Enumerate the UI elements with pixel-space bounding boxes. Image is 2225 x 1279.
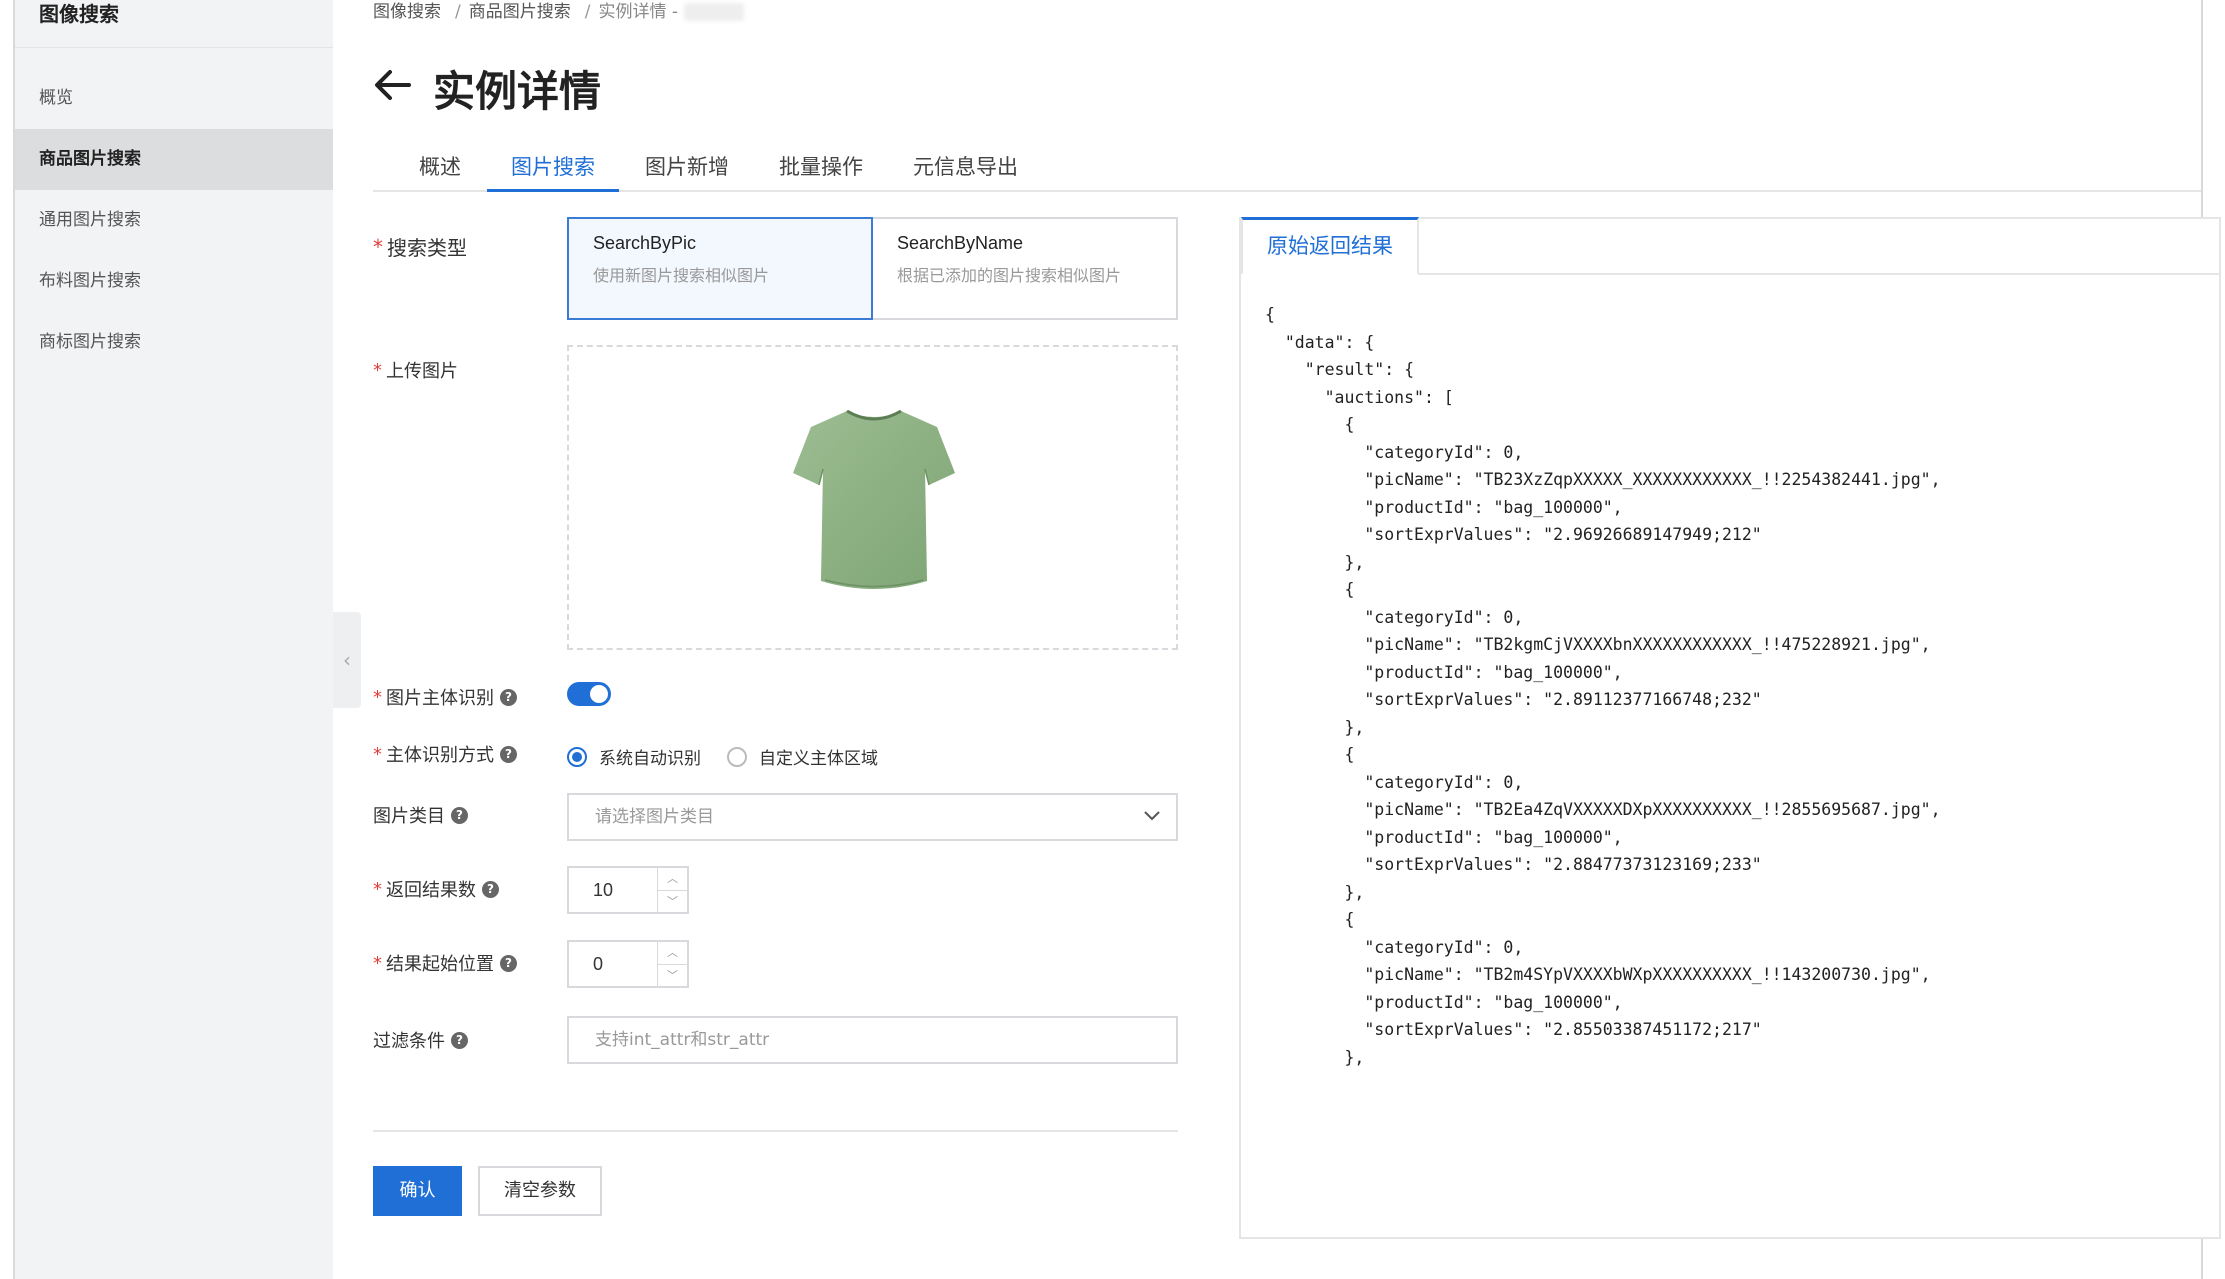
start-position-stepper[interactable]: 0 ︿ ﹀ (567, 940, 689, 988)
toggle-knob (590, 685, 608, 703)
breadcrumb-item-product-search[interactable]: 商品图片搜索 (469, 2, 571, 22)
stepper-arrows: ︿ ﹀ (657, 868, 687, 912)
question-circle-icon[interactable]: ? (451, 806, 468, 824)
sidebar-item-fabric-image-search[interactable]: 布料图片搜索 (15, 251, 333, 312)
category-select[interactable]: 请选择图片类目 (567, 793, 1178, 841)
sidebar-item-overview[interactable]: 概览 (15, 68, 333, 129)
option-description: 根据已添加的图片搜索相似图片 (897, 266, 1122, 285)
category-label: 图片类目? (373, 802, 468, 828)
uploaded-tshirt-image (793, 409, 955, 589)
redacted-instance-id (684, 3, 745, 21)
stepper-arrows: ︿ ﹀ (657, 942, 687, 986)
sidebar-title: 图像搜索 (15, 0, 333, 48)
category-select-placeholder: 请选择图片类目 (595, 807, 714, 827)
confirm-button[interactable]: 确认 (373, 1166, 462, 1216)
sidebar-item-product-image-search[interactable]: 商品图片搜索 (15, 129, 333, 190)
breadcrumb-separator: / (455, 2, 461, 22)
sidebar-item-general-image-search[interactable]: 通用图片搜索 (15, 190, 333, 251)
stepper-down-icon[interactable]: ﹀ (658, 965, 687, 987)
raw-result-json: { "data": { "result": { "auctions": [ { … (1265, 305, 1941, 1067)
subject-detect-label: * 图片主体识别? (373, 684, 517, 710)
upload-label: * 上传图片 (373, 359, 458, 383)
detect-mode-label: * 主体识别方式? (373, 741, 517, 767)
search-type-option-by-name[interactable]: SearchByName 根据已添加的图片搜索相似图片 (871, 217, 1178, 320)
question-circle-icon[interactable]: ? (500, 745, 517, 763)
option-title: SearchByName (897, 233, 1024, 253)
detect-mode-radio-group: 系统自动识别 自定义主体区域 (567, 744, 904, 769)
tab-image-search[interactable]: 图片搜索 (487, 144, 619, 192)
stepper-down-icon[interactable]: ﹀ (658, 891, 687, 913)
tab-image-add[interactable]: 图片新增 (621, 144, 753, 192)
result-panel-header: 原始返回结果 (1241, 217, 2219, 275)
radio-dot (567, 746, 587, 767)
chevron-down-icon (1142, 795, 1162, 854)
tab-overview[interactable]: 概述 (395, 144, 485, 192)
tab-bar: 概述 图片搜索 图片新增 批量操作 元信息导出 (373, 144, 2201, 192)
filter-label: 过滤条件? (373, 1027, 468, 1053)
app-window: 图像搜索 概览 商品图片搜索 通用图片搜索 布料图片搜索 商标图片搜索 ‹ 图像… (13, 0, 2221, 1279)
option-title: SearchByPic (593, 233, 697, 253)
stepper-up-icon[interactable]: ︿ (658, 868, 687, 891)
filter-input-placeholder: 支持int_attr和str_attr (595, 1030, 770, 1050)
result-count-value[interactable]: 10 (569, 868, 657, 912)
breadcrumb-separator: / (584, 2, 591, 22)
option-description: 使用新图片搜索相似图片 (593, 266, 770, 285)
start-position-label: * 结果起始位置? (373, 950, 517, 976)
search-type-label: * 搜索类型 (373, 234, 467, 261)
stepper-up-icon[interactable]: ︿ (658, 942, 687, 965)
question-circle-icon[interactable]: ? (500, 954, 517, 972)
radio-custom-region[interactable]: 自定义主体区域 (727, 744, 878, 769)
search-type-option-by-pic[interactable]: SearchByPic 使用新图片搜索相似图片 (567, 217, 873, 320)
result-count-stepper[interactable]: 10 ︿ ﹀ (567, 866, 689, 914)
breadcrumb: 图像搜索 / 商品图片搜索 / 实例详情 - (373, 0, 750, 24)
main-content: 图像搜索 / 商品图片搜索 / 实例详情 - 实例详情 概述 图片搜索 图片新增 批量操… (333, 0, 2221, 1279)
sidebar-item-logo-image-search[interactable]: 商标图片搜索 (15, 312, 333, 373)
tab-raw-result[interactable]: 原始返回结果 (1241, 217, 1419, 275)
sidebar: 图像搜索 概览 商品图片搜索 通用图片搜索 布料图片搜索 商标图片搜索 (15, 0, 333, 1279)
subject-detect-toggle[interactable] (567, 682, 611, 706)
breadcrumb-item-current: 实例详情 - (598, 2, 679, 22)
clear-params-button[interactable]: 清空参数 (478, 1166, 602, 1216)
arrow-left-icon[interactable] (373, 68, 411, 109)
tab-batch-operation[interactable]: 批量操作 (755, 144, 887, 192)
page-header: 实例详情 (373, 58, 601, 119)
radio-auto-detect[interactable]: 系统自动识别 (567, 744, 701, 769)
required-mark: * (373, 952, 382, 974)
form-divider (373, 1130, 1178, 1132)
radio-dot (727, 746, 747, 767)
required-mark: * (373, 234, 383, 259)
required-mark: * (373, 686, 382, 708)
page-title: 实例详情 (433, 67, 602, 116)
tab-metadata-export[interactable]: 元信息导出 (889, 144, 1042, 192)
breadcrumb-item-image-search[interactable]: 图像搜索 (373, 2, 441, 22)
start-position-value[interactable]: 0 (569, 942, 657, 986)
required-mark: * (373, 743, 382, 765)
result-count-label: * 返回结果数? (373, 876, 499, 902)
result-panel: 原始返回结果 { "data": { "result": { "auctions… (1239, 217, 2221, 1239)
question-circle-icon[interactable]: ? (451, 1031, 468, 1049)
required-mark: * (373, 878, 382, 900)
required-mark: * (373, 359, 382, 381)
image-upload-area[interactable] (567, 345, 1178, 650)
question-circle-icon[interactable]: ? (500, 688, 517, 706)
question-circle-icon[interactable]: ? (482, 880, 499, 898)
filter-input[interactable]: 支持int_attr和str_attr (567, 1016, 1178, 1064)
